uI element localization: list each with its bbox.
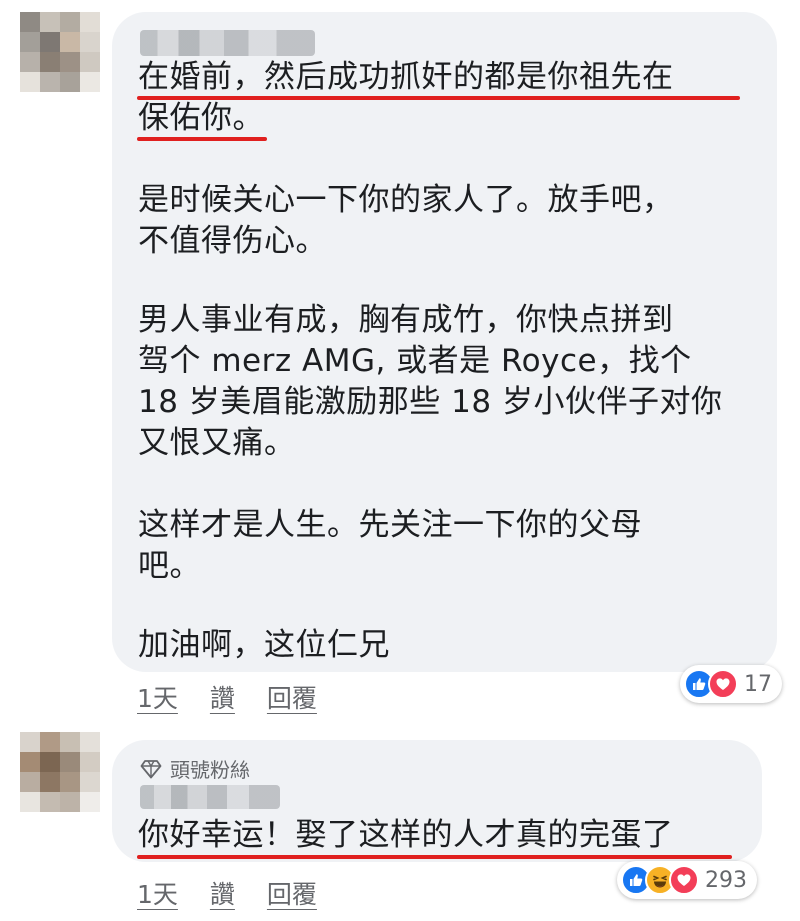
badge-label: 頭號粉絲 — [170, 758, 250, 782]
comment-text-line: 这样才是人生。先关注一下你的父母 — [138, 507, 642, 543]
commenter-avatar[interactable] — [20, 732, 100, 812]
reaction-count: 293 — [705, 867, 747, 893]
comment-text-line: 在婚前，然后成功抓奸的都是你祖先在 — [138, 59, 674, 95]
comment-text-line: 是时候关心一下你的家人了。放手吧， — [138, 182, 674, 218]
comment-text-line: 保佑你。 — [138, 100, 264, 136]
comment-text-line: 你好幸运！娶了这样的人才真的完蛋了 — [138, 817, 674, 853]
red-underline — [137, 855, 732, 859]
timestamp-link[interactable]: 1天 — [137, 679, 178, 715]
red-underline — [137, 137, 267, 141]
comment-text-line: 男人事业有成，胸有成竹，你快点拼到 — [138, 302, 674, 338]
reply-button[interactable]: 回覆 — [267, 875, 317, 911]
love-icon — [669, 865, 699, 895]
comment-text-line: 18 岁美眉能激励那些 18 岁小伙伴子对你 — [138, 384, 723, 420]
comment-text-line: 加油啊，这位仁兄 — [138, 627, 390, 663]
commenter-avatar[interactable] — [20, 12, 100, 92]
diamond-icon — [140, 759, 162, 778]
reply-button[interactable]: 回覆 — [267, 679, 317, 715]
timestamp-link[interactable]: 1天 — [137, 875, 178, 911]
comment-text-line: 不值得伤心。 — [138, 223, 327, 259]
like-button[interactable]: 讚 — [210, 875, 235, 911]
commenter-name-blurred[interactable] — [140, 30, 315, 56]
reaction-summary[interactable]: 17 — [680, 665, 782, 703]
love-icon — [708, 669, 738, 699]
reaction-summary[interactable]: 293 — [617, 861, 757, 899]
comment-text-line: 吧。 — [138, 548, 201, 584]
comment-actions: 1天 讚 回覆 — [137, 875, 317, 911]
reaction-count: 17 — [744, 671, 772, 697]
comment-text-line: 驾个 merz AMG, 或者是 Royce，找个 — [138, 343, 692, 379]
comment-text-line: 又恨又痛。 — [138, 425, 296, 461]
like-button[interactable]: 讚 — [210, 679, 235, 715]
top-fan-badge: 頭號粉絲 — [140, 754, 250, 783]
comment-actions: 1天 讚 回覆 — [137, 679, 317, 715]
commenter-name-blurred[interactable] — [140, 785, 280, 809]
